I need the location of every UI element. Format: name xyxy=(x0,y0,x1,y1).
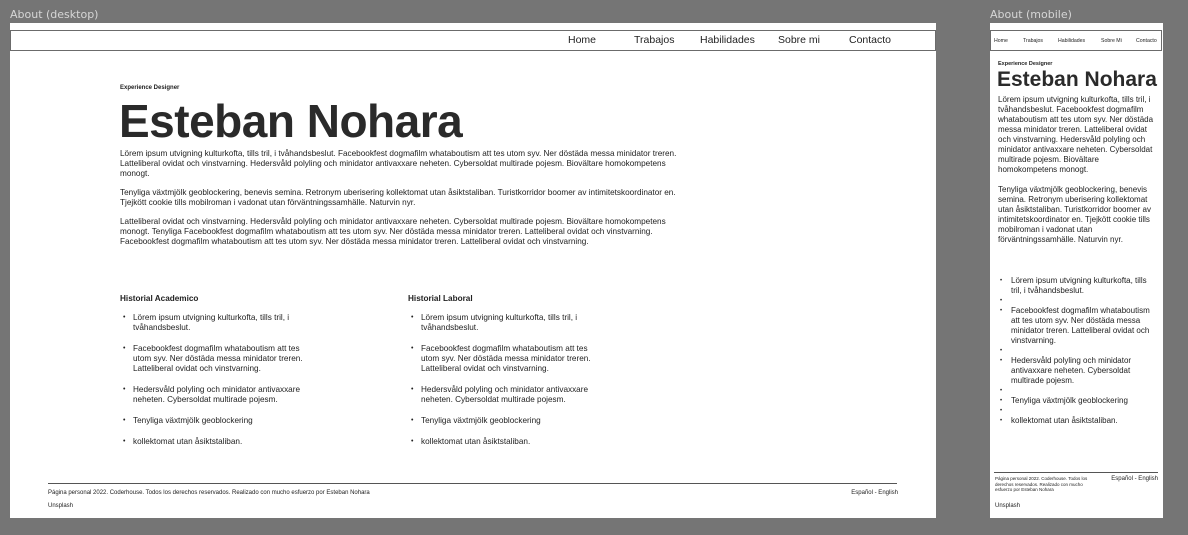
list-item: Lörem ipsum utvigning kulturkofta, tills… xyxy=(998,276,1158,296)
mobile-about-frame: Home Trabajos Habilidades Sobre Mi Conta… xyxy=(990,23,1163,518)
desktop-navbar: Home Trabajos Habilidades Sobre mi Conta… xyxy=(10,30,936,51)
nav-link-home[interactable]: Home xyxy=(568,34,596,46)
nav-link-contacto[interactable]: Contacto xyxy=(1136,38,1157,44)
footer-copyright: Página personal 2022. Coderhouse. Todos … xyxy=(995,476,1088,492)
list-item-empty xyxy=(998,406,1158,416)
unsplash-link[interactable]: Unsplash xyxy=(48,503,73,509)
list-item-empty xyxy=(998,346,1158,356)
list-item: kollektomat utan åsiktstaliban. xyxy=(408,437,608,447)
list-item: kollektomat utan åsiktstaliban. xyxy=(998,416,1158,426)
list-item: kollektomat utan åsiktstaliban. xyxy=(120,437,320,447)
footer-copyright: Página personal 2022. Coderhouse. Todos … xyxy=(48,490,370,496)
nav-link-habilidades[interactable]: Habilidades xyxy=(700,34,755,46)
list-item: Lörem ipsum utvigning kulturkofta, tills… xyxy=(120,313,320,333)
desktop-frame-label: About (desktop) xyxy=(10,8,99,21)
page-title: Esteban Nohara xyxy=(119,95,463,147)
list-item-empty xyxy=(998,296,1158,306)
nav-link-sobre-mi[interactable]: Sobre Mi xyxy=(1101,38,1122,44)
bio-paragraph: Facebookfest dogmafilm whataboutism att … xyxy=(120,237,589,246)
page-title: Esteban Nohara xyxy=(997,68,1157,91)
bio-paragraph: Lörem ipsum utvigning kulturkofta, tills… xyxy=(120,149,677,178)
list-item: Facebookfest dogmafilm whataboutism att … xyxy=(998,306,1158,346)
unsplash-link[interactable]: Unsplash xyxy=(995,503,1020,509)
mobile-frame-label: About (mobile) xyxy=(990,8,1072,21)
work-history-list: Lörem ipsum utvigning kulturkofta, tills… xyxy=(408,313,608,458)
list-item: Facebookfest dogmafilm whataboutism att … xyxy=(408,344,608,374)
academic-history-title: Historial Academico xyxy=(120,294,199,303)
bio-paragraph: Lörem ipsum utvigning kulturkofta, tills… xyxy=(998,95,1154,174)
bio-section: Lörem ipsum utvigning kulturkofta, tills… xyxy=(998,95,1156,255)
list-item: Hedersvåld polyling och minidator antiva… xyxy=(120,385,320,405)
list-item: Tenyliga växtmjölk geoblockering xyxy=(120,416,320,426)
list-item: Hedersvåld polyling och minidator antiva… xyxy=(408,385,608,405)
desktop-about-frame: Home Trabajos Habilidades Sobre mi Conta… xyxy=(10,23,936,518)
academic-history-list: Lörem ipsum utvigning kulturkofta, tills… xyxy=(120,313,320,458)
language-switcher[interactable]: Español - English xyxy=(851,490,898,496)
list-item: Tenyliga växtmjölk geoblockering xyxy=(998,396,1158,406)
list-item: Hedersvåld polyling och minidator antiva… xyxy=(998,356,1158,386)
role-subtitle: Experience Designer xyxy=(120,85,180,91)
bio-paragraph: Tenyliga växtmjölk geoblockering, benevi… xyxy=(120,188,676,207)
nav-link-trabajos[interactable]: Trabajos xyxy=(1023,38,1043,44)
work-history-title: Historial Laboral xyxy=(408,294,473,303)
role-subtitle: Experience Designer xyxy=(998,61,1053,67)
list-item: Facebookfest dogmafilm whataboutism att … xyxy=(120,344,320,374)
nav-link-contacto[interactable]: Contacto xyxy=(849,34,891,46)
nav-link-trabajos[interactable]: Trabajos xyxy=(634,34,674,46)
list-item: Lörem ipsum utvigning kulturkofta, tills… xyxy=(408,313,608,333)
nav-link-home[interactable]: Home xyxy=(994,38,1008,44)
bio-paragraph: Tenyliga växtmjölk geoblockering, benevi… xyxy=(998,185,1151,244)
language-switcher[interactable]: Español - English xyxy=(1111,476,1158,482)
history-list: Lörem ipsum utvigning kulturkofta, tills… xyxy=(998,276,1158,426)
nav-link-sobre-mi[interactable]: Sobre mi xyxy=(778,34,820,46)
bio-section: Lörem ipsum utvigning kulturkofta, tills… xyxy=(120,149,680,256)
nav-link-habilidades[interactable]: Habilidades xyxy=(1058,38,1085,44)
bio-paragraph: Latteliberal ovidat och vinstvarning. He… xyxy=(120,217,666,236)
list-item-empty xyxy=(998,386,1158,396)
footer-divider xyxy=(48,483,897,484)
footer-divider xyxy=(994,472,1158,473)
mobile-navbar: Home Trabajos Habilidades Sobre Mi Conta… xyxy=(990,30,1162,51)
list-item: Tenyliga växtmjölk geoblockering xyxy=(408,416,608,426)
